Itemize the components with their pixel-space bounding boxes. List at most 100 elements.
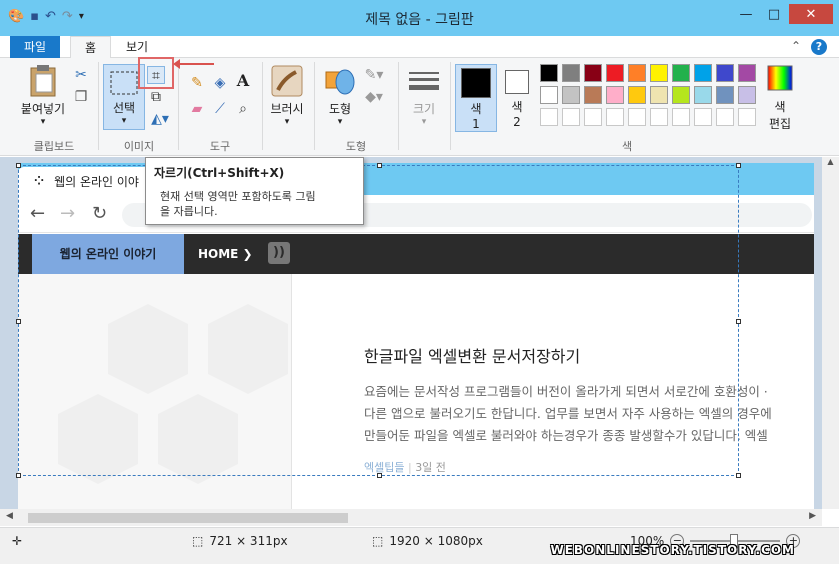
brushes-label: 브러시 (270, 102, 304, 116)
color-swatch[interactable] (672, 64, 690, 82)
tooltip-text-2: 을 자릅니다. (160, 205, 218, 218)
custom-color-slot[interactable] (694, 108, 712, 126)
close-button[interactable]: ✕ (789, 4, 833, 24)
zoom-slider[interactable] (690, 534, 781, 548)
post-meta: 엑셀팁들 | 3일 전 (364, 461, 446, 474)
color-swatch[interactable] (694, 86, 712, 104)
color-swatch[interactable] (540, 64, 558, 82)
custom-color-slot[interactable] (584, 108, 602, 126)
size-label: 크기 (412, 102, 436, 116)
custom-color-slot[interactable] (650, 108, 668, 126)
rotate-icon[interactable]: ◭▾ (147, 110, 173, 128)
selection-size-icon: ⬚ (192, 534, 204, 548)
shapes-button[interactable]: 도형 ▾ (320, 64, 360, 127)
custom-color-slot[interactable] (562, 108, 580, 126)
edit-colors-label-2: 편집 (768, 117, 792, 131)
color-swatch[interactable] (694, 64, 712, 82)
shapes-dropdown-icon[interactable]: ▾ (320, 117, 360, 127)
color2-swatch (505, 70, 529, 94)
tooltip-text-1: 현재 선택 영역만 포함하도록 그림 (160, 190, 316, 203)
color-swatch[interactable] (584, 64, 602, 82)
select-dropdown-icon[interactable]: ▾ (104, 116, 144, 126)
color-swatch[interactable] (562, 86, 580, 104)
hexagon-pattern (58, 304, 288, 484)
color2-number: 2 (513, 115, 521, 129)
color-swatch[interactable] (628, 64, 646, 82)
clipboard-group-label: 클립보드 (33, 140, 75, 153)
site-left-panel (18, 274, 292, 509)
resize-icon[interactable]: ⧉ (147, 88, 165, 106)
horizontal-scrollbar[interactable]: ◀ ▶ (0, 509, 822, 526)
paste-button[interactable]: 붙여넣기 ▾ (14, 64, 72, 127)
color-swatch[interactable] (628, 86, 646, 104)
scroll-right-icon[interactable]: ▶ (809, 511, 816, 521)
colors-group-label: 색 (621, 140, 633, 153)
site-favicon: ⁘ (34, 174, 45, 188)
paste-dropdown-icon[interactable]: ▾ (14, 117, 72, 127)
image-size-icon: ⬚ (372, 534, 384, 548)
eraser-icon[interactable]: ▰ (188, 100, 206, 118)
canvas[interactable]: ⁘ 웹의 온라인 이야 ← → ↻ 웹의 온라인 이야기 HOME ❯ )) 한… (18, 163, 814, 509)
copy-icon[interactable]: ❐ (72, 88, 90, 106)
fill-icon[interactable]: ◈ (211, 74, 229, 92)
tab-file[interactable]: 파일 (10, 36, 61, 58)
custom-color-slot[interactable] (672, 108, 690, 126)
custom-color-slot[interactable] (738, 108, 756, 126)
cut-icon[interactable]: ✂ (72, 66, 90, 84)
text-icon[interactable]: A (234, 72, 252, 90)
maximize-button[interactable]: □ (761, 4, 787, 24)
title-bar: 🎨 ▪ ↶ ↷ ▾ 제목 없음 - 그림판 — □ ✕ (0, 0, 839, 36)
brush-icon (271, 65, 303, 97)
color-swatch[interactable] (738, 86, 756, 104)
color1-button[interactable]: 색 1 (455, 64, 497, 132)
browser-toolbar: ← → ↻ (18, 195, 814, 233)
select-icon (110, 71, 138, 95)
horizontal-scroll-thumb[interactable] (28, 513, 348, 523)
tab-home[interactable]: 홈 (70, 36, 112, 59)
color-swatch[interactable] (738, 64, 756, 82)
ribbon-tabs: 파일 홈 보기 ⌃ ? (0, 36, 839, 59)
scroll-left-icon[interactable]: ◀ (6, 511, 13, 521)
help-icon[interactable]: ? (811, 39, 827, 55)
outline-icon[interactable]: ✎▾ (362, 66, 386, 84)
selection-size: 721 × 311px (209, 534, 288, 548)
shapes-label: 도형 (328, 102, 352, 116)
color-swatch[interactable] (606, 64, 624, 82)
color-swatch[interactable] (716, 64, 734, 82)
color-swatch[interactable] (606, 86, 624, 104)
tooltip-title: 자르기(Ctrl+Shift+X) (154, 166, 285, 180)
custom-color-slot[interactable] (716, 108, 734, 126)
tab-view[interactable]: 보기 (112, 36, 162, 58)
pencil-icon[interactable]: ✎ (188, 74, 206, 92)
cursor-position-icon: ✛ (12, 534, 23, 548)
color-swatch[interactable] (540, 86, 558, 104)
brushes-button[interactable]: 브러시 ▾ (266, 64, 308, 127)
edit-colors-icon (767, 65, 793, 91)
color-swatch[interactable] (650, 86, 668, 104)
magnifier-icon[interactable]: ⌕ (234, 100, 252, 118)
minimize-button[interactable]: — (733, 4, 759, 24)
edit-colors-button[interactable]: 색 편집 (762, 64, 798, 132)
color-swatch[interactable] (562, 64, 580, 82)
custom-color-slot[interactable] (606, 108, 624, 126)
color-swatch[interactable] (650, 64, 668, 82)
paste-icon (30, 65, 56, 97)
brushes-dropdown-icon[interactable]: ▾ (266, 117, 308, 127)
window-title: 제목 없음 - 그림판 (365, 12, 474, 28)
size-dropdown-icon[interactable]: ▾ (404, 117, 444, 127)
post-category: 엑셀팁들 (364, 461, 405, 474)
custom-color-slot[interactable] (628, 108, 646, 126)
fill-style-icon[interactable]: ◆▾ (362, 88, 386, 106)
vertical-scrollbar[interactable]: ▲ (822, 157, 839, 509)
size-button[interactable]: 크기 ▾ (404, 64, 444, 127)
collapse-ribbon-icon[interactable]: ⌃ (791, 39, 801, 55)
color-swatch[interactable] (584, 86, 602, 104)
color-swatch[interactable] (672, 86, 690, 104)
custom-color-slot[interactable] (540, 108, 558, 126)
crop-highlight-box (138, 57, 174, 89)
post-line-3: 만들어둔 파일을 엑셀로 불러와야 하는경우가 종종 발생할수가 있답니다. 엑… (364, 428, 768, 443)
color-swatch[interactable] (716, 86, 734, 104)
image-group-label: 이미지 (123, 140, 155, 153)
color-picker-icon[interactable]: ⟋ (211, 100, 229, 118)
color2-button[interactable]: 색 2 (501, 64, 533, 129)
